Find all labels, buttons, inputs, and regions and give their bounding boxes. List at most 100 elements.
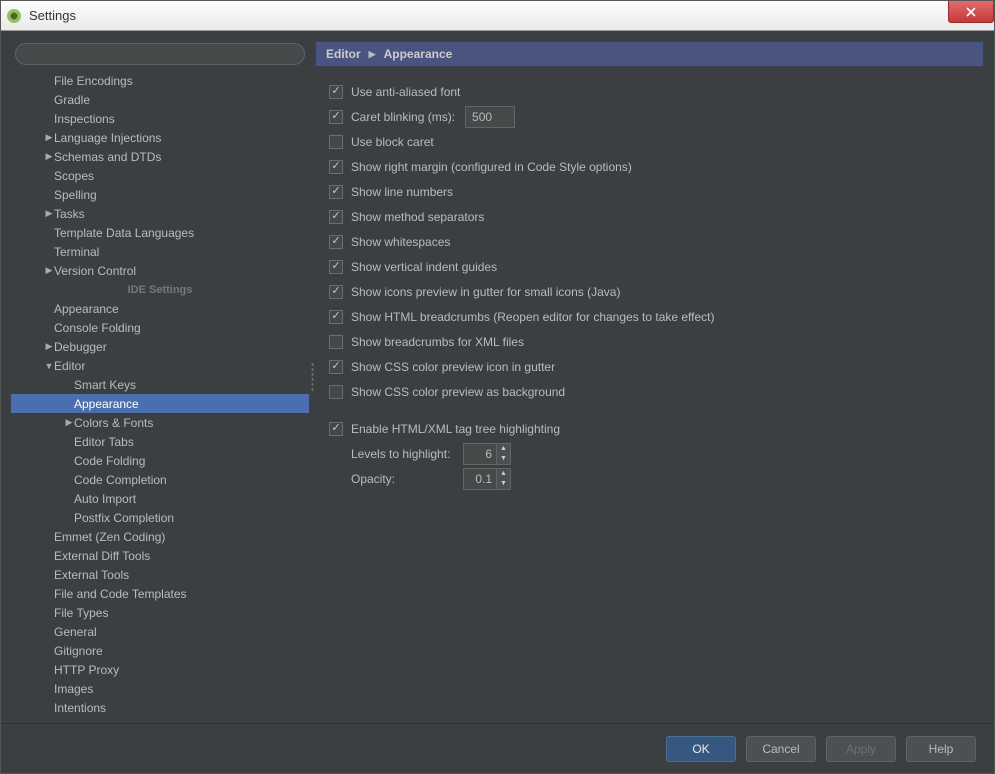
option-html-breadcrumbs[interactable]: Show HTML breadcrumbs (Reopen editor for… (329, 304, 970, 329)
tree-item[interactable]: Auto Import (11, 489, 309, 508)
tree-item-label: General (54, 625, 97, 639)
levels-spinner[interactable]: 6 ▲▼ (463, 443, 511, 465)
tree-item[interactable]: Scopes (11, 166, 309, 185)
spinner-up-icon[interactable]: ▲ (497, 469, 510, 479)
tree-item-label: Scopes (54, 169, 94, 183)
tree-item[interactable]: Spelling (11, 185, 309, 204)
settings-window: Settings File Encodings GradleInspections… (0, 0, 995, 774)
option-right-margin[interactable]: Show right margin (configured in Code St… (329, 154, 970, 179)
tree-caret-icon[interactable]: ▶ (64, 417, 74, 428)
option-label: Show breadcrumbs for XML files (351, 335, 524, 349)
checkbox[interactable] (329, 360, 343, 374)
checkbox[interactable] (329, 385, 343, 399)
option-label: Show line numbers (351, 185, 453, 199)
tree-item-label: Debugger (54, 340, 107, 354)
checkbox[interactable] (329, 422, 343, 436)
option-xml-breadcrumbs[interactable]: Show breadcrumbs for XML files (329, 329, 970, 354)
checkbox[interactable] (329, 235, 343, 249)
tree-caret-icon[interactable]: ▶ (44, 265, 54, 276)
tree-item[interactable]: Terminal (11, 242, 309, 261)
tree-item-label: Version Control (54, 264, 136, 278)
tree-item[interactable]: External Tools (11, 565, 309, 584)
tree-item[interactable]: Images (11, 679, 309, 698)
option-antialias[interactable]: Use anti-aliased font (329, 79, 970, 104)
window-close-button[interactable] (948, 1, 994, 23)
tree-item-label: File Encodings (54, 74, 133, 88)
tree-caret-icon[interactable]: ▶ (44, 341, 54, 352)
tree-item[interactable]: Editor Tabs (11, 432, 309, 451)
option-whitespace[interactable]: Show whitespaces (329, 229, 970, 254)
checkbox[interactable] (329, 210, 343, 224)
tree-caret-icon[interactable]: ▶ (44, 208, 54, 219)
checkbox[interactable] (329, 185, 343, 199)
tree-item[interactable]: ▶Tasks (11, 204, 309, 223)
checkbox[interactable] (329, 335, 343, 349)
tree-item[interactable]: ▼Editor (11, 356, 309, 375)
tree-item[interactable]: Postfix Completion (11, 508, 309, 527)
spinner-down-icon[interactable]: ▼ (497, 479, 510, 489)
tree-item[interactable]: Inspections (11, 109, 309, 128)
option-method-separators[interactable]: Show method separators (329, 204, 970, 229)
tree-item[interactable]: ▶Schemas and DTDs (11, 147, 309, 166)
tree-caret-icon[interactable]: ▼ (44, 361, 54, 371)
tree-item[interactable]: Appearance (11, 394, 309, 413)
tree-item[interactable]: File Types (11, 603, 309, 622)
tree-caret-icon[interactable]: ▶ (44, 151, 54, 162)
tree-item[interactable]: General (11, 622, 309, 641)
tree-item[interactable]: ▶Language Injections (11, 128, 309, 147)
tree-item[interactable]: Intentions (11, 698, 309, 713)
help-button[interactable]: Help (906, 736, 976, 762)
checkbox[interactable] (329, 110, 343, 124)
cancel-button[interactable]: Cancel (746, 736, 816, 762)
checkbox[interactable] (329, 160, 343, 174)
tree-item[interactable]: Template Data Languages (11, 223, 309, 242)
tree-item[interactable]: Gitignore (11, 641, 309, 660)
tree-item-label: HTTP Proxy (54, 663, 119, 677)
option-caret-blink[interactable]: Caret blinking (ms): (329, 104, 970, 129)
search-input[interactable] (15, 43, 305, 65)
settings-tree[interactable]: File Encodings GradleInspections▶Language… (11, 71, 309, 713)
tree-item-label: Spelling (54, 188, 97, 202)
tree-item[interactable]: Appearance (11, 299, 309, 318)
option-line-numbers[interactable]: Show line numbers (329, 179, 970, 204)
option-block-caret[interactable]: Use block caret (329, 129, 970, 154)
checkbox[interactable] (329, 285, 343, 299)
tree-item-label: Images (54, 682, 93, 696)
tree-item[interactable]: Smart Keys (11, 375, 309, 394)
option-vertical-guides[interactable]: Show vertical indent guides (329, 254, 970, 279)
checkbox[interactable] (329, 135, 343, 149)
tree-item[interactable]: Code Folding (11, 451, 309, 470)
spinner-value[interactable]: 6 (463, 443, 497, 465)
tree-item[interactable]: File Encodings (11, 71, 309, 90)
spinner-up-icon[interactable]: ▲ (497, 444, 510, 454)
tree-item[interactable]: File and Code Templates (11, 584, 309, 603)
opacity-spinner[interactable]: 0.1 ▲▼ (463, 468, 511, 490)
tree-item-label: External Tools (54, 568, 129, 582)
tree-item[interactable]: External Diff Tools (11, 546, 309, 565)
tree-caret-icon[interactable]: ▶ (44, 132, 54, 143)
apply-button[interactable]: Apply (826, 736, 896, 762)
checkbox[interactable] (329, 310, 343, 324)
tree-item-label: Console Folding (54, 321, 141, 335)
spinner-value[interactable]: 0.1 (463, 468, 497, 490)
tree-item[interactable]: Console Folding (11, 318, 309, 337)
option-label: Caret blinking (ms): (351, 110, 455, 124)
option-css-background[interactable]: Show CSS color preview as background (329, 379, 970, 404)
titlebar: Settings (1, 1, 994, 31)
option-label: Show icons preview in gutter for small i… (351, 285, 620, 299)
option-tag-tree[interactable]: Enable HTML/XML tag tree highlighting (329, 416, 970, 441)
tree-item[interactable]: ▶Debugger (11, 337, 309, 356)
tree-item[interactable]: ▶Version Control (11, 261, 309, 280)
tree-item[interactable]: Emmet (Zen Coding) (11, 527, 309, 546)
tree-item[interactable]: ▶Colors & Fonts (11, 413, 309, 432)
option-icons-gutter[interactable]: Show icons preview in gutter for small i… (329, 279, 970, 304)
option-css-gutter[interactable]: Show CSS color preview icon in gutter (329, 354, 970, 379)
tree-item[interactable]: HTTP Proxy (11, 660, 309, 679)
caret-blink-input[interactable] (465, 106, 515, 128)
checkbox[interactable] (329, 260, 343, 274)
tree-item[interactable]: Gradle (11, 90, 309, 109)
spinner-down-icon[interactable]: ▼ (497, 454, 510, 464)
checkbox[interactable] (329, 85, 343, 99)
ok-button[interactable]: OK (666, 736, 736, 762)
tree-item[interactable]: Code Completion (11, 470, 309, 489)
